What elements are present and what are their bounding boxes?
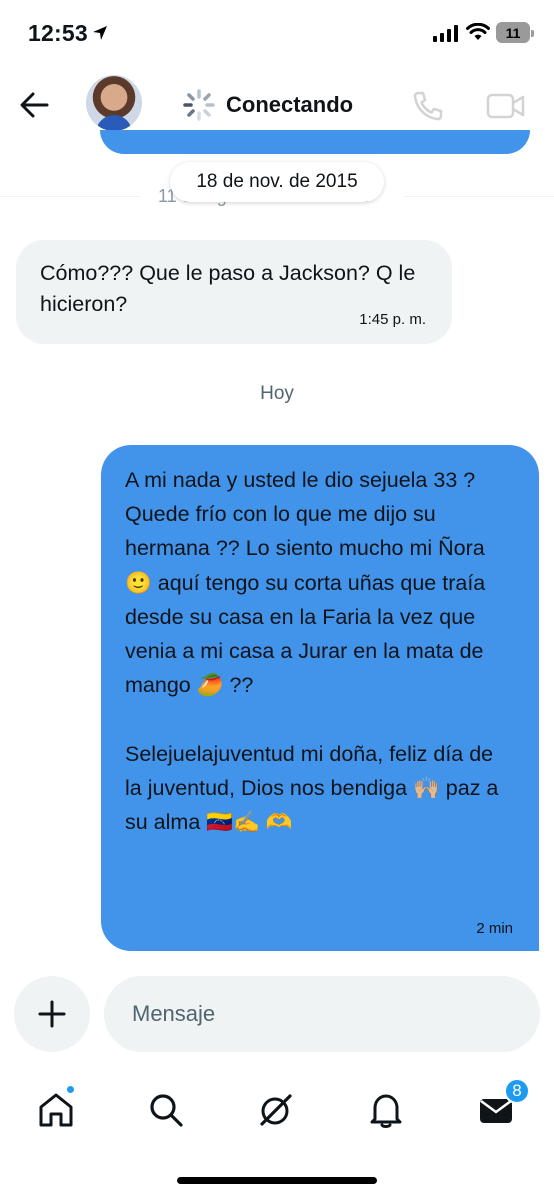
status-bar: 12:53 11 bbox=[0, 0, 554, 70]
tab-messages[interactable]: 8 bbox=[466, 1078, 530, 1140]
outgoing-message-text: A mi nada y usted le dio sejuela 33 ? Qu… bbox=[125, 468, 499, 835]
date-chip: 18 de nov. de 2015 bbox=[170, 162, 384, 202]
tab-home[interactable] bbox=[26, 1080, 86, 1140]
notifications-icon bbox=[370, 1094, 402, 1128]
loading-spinner-icon bbox=[183, 89, 215, 121]
incoming-message[interactable]: Cómo??? Que le paso a Jackson? Q le hici… bbox=[16, 240, 452, 344]
grok-icon bbox=[260, 1094, 292, 1126]
avatar[interactable] bbox=[86, 75, 142, 131]
messages-badge: 8 bbox=[504, 1078, 530, 1104]
incoming-message-time: 1:45 p. m. bbox=[359, 311, 426, 328]
add-attachment-button[interactable] bbox=[14, 976, 90, 1052]
phone-icon[interactable] bbox=[412, 90, 444, 122]
tab-search[interactable] bbox=[136, 1080, 196, 1140]
plus-icon bbox=[38, 1000, 66, 1028]
outgoing-message[interactable]: A mi nada y usted le dio sejuela 33 ? Qu… bbox=[101, 445, 539, 951]
home-notification-dot bbox=[65, 1084, 76, 1095]
home-icon bbox=[39, 1093, 73, 1127]
video-camera-icon[interactable] bbox=[486, 92, 526, 120]
bottom-tab-bar: 8 bbox=[0, 1078, 554, 1140]
back-arrow-icon bbox=[20, 92, 49, 118]
header-title: Conectando bbox=[226, 92, 354, 117]
cellular-signal-icon bbox=[433, 25, 458, 42]
previous-message-bubble bbox=[100, 130, 530, 154]
connection-status: Conectando bbox=[182, 88, 353, 122]
wifi-icon bbox=[466, 23, 490, 40]
status-time: 12:53 bbox=[28, 20, 88, 46]
location-arrow-icon bbox=[93, 26, 107, 40]
battery-icon: 11 bbox=[496, 22, 534, 43]
tab-notifications[interactable] bbox=[356, 1080, 416, 1140]
search-icon bbox=[150, 1094, 183, 1127]
day-separator: Hoy bbox=[260, 383, 294, 404]
message-composer bbox=[0, 976, 554, 1052]
message-input[interactable] bbox=[104, 976, 540, 1052]
tab-grok[interactable] bbox=[246, 1080, 306, 1140]
outgoing-message-time: 2 min bbox=[476, 920, 513, 937]
home-indicator bbox=[177, 1177, 377, 1184]
back-button[interactable] bbox=[16, 87, 52, 123]
